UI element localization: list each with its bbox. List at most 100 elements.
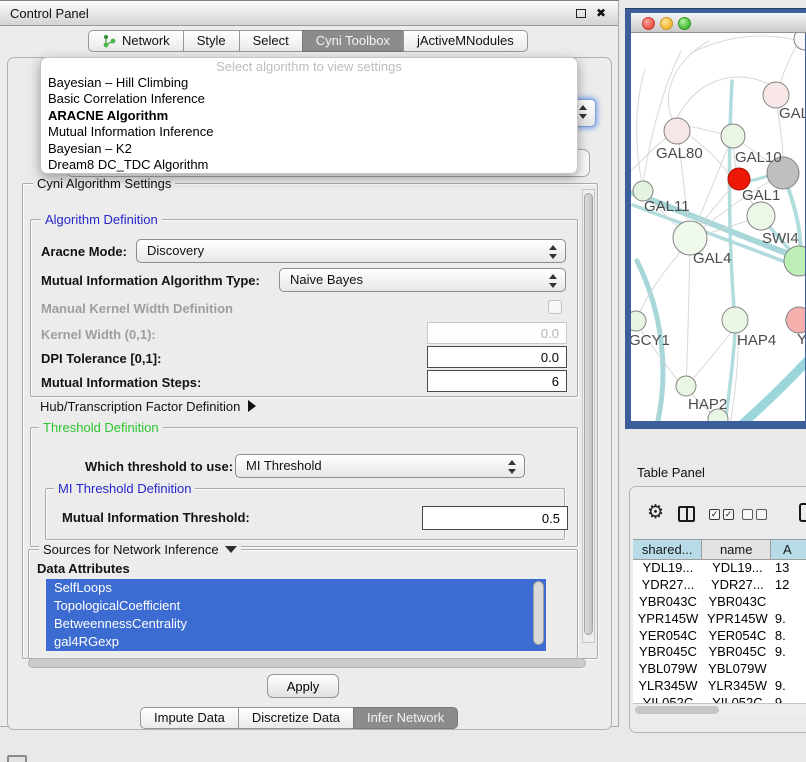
tab-network[interactable]: Network <box>88 30 184 52</box>
show-all-columns-icon[interactable]: ✓✓ <box>709 509 734 520</box>
network-node[interactable] <box>721 124 745 148</box>
table-row[interactable]: YER054CYER054C8. <box>633 628 806 645</box>
aracne-mode-combo[interactable]: Discovery <box>136 239 566 263</box>
tab-impute-data[interactable]: Impute Data <box>140 707 239 729</box>
apply-button[interactable]: Apply <box>267 674 339 698</box>
settings-vertical-scrollbar[interactable] <box>582 189 595 643</box>
tab-impute-data-label: Impute Data <box>154 708 225 728</box>
table-row[interactable]: YIL052CYIL052C9 <box>633 695 806 703</box>
table-cell[interactable] <box>772 594 806 611</box>
dropdown-item-basic-correlation[interactable]: Basic Correlation Inference <box>41 91 577 107</box>
column-header-partial[interactable]: A <box>771 540 806 559</box>
table-cell[interactable]: 9 <box>772 695 806 703</box>
scrollbar-thumb[interactable] <box>28 658 586 668</box>
attribute-list-scrollbar[interactable] <box>533 581 544 645</box>
list-item-selfloops[interactable]: SelfLoops <box>46 579 546 597</box>
tab-style[interactable]: Style <box>183 30 240 52</box>
mi-algorithm-type-value: Naive Bayes <box>290 272 363 287</box>
network-node[interactable] <box>722 307 748 333</box>
network-node[interactable] <box>676 376 696 396</box>
dpi-tolerance-field[interactable] <box>427 346 567 368</box>
column-header-shared-name[interactable]: shared... <box>633 540 702 559</box>
export-table-icon[interactable] <box>799 503 806 522</box>
hide-all-columns-icon[interactable] <box>742 509 767 520</box>
table-horizontal-scrollbar[interactable] <box>633 703 806 716</box>
collapse-arrow-icon[interactable] <box>225 546 237 553</box>
float-window-icon[interactable] <box>576 9 586 18</box>
table-cell[interactable]: YER054C <box>633 628 703 645</box>
table-cell[interactable]: YDL19... <box>633 560 703 577</box>
close-traffic-light-icon[interactable] <box>642 17 655 30</box>
dropdown-item-dream8[interactable]: Dream8 DC_TDC Algorithm <box>41 157 577 173</box>
tab-discretize-data[interactable]: Discretize Data <box>238 707 354 729</box>
network-node[interactable] <box>664 118 690 144</box>
list-item-topologicalcoefficient[interactable]: TopologicalCoefficient <box>46 597 546 615</box>
scrollbar-thumb[interactable] <box>635 706 719 714</box>
table-row[interactable]: YBR043CYBR043C <box>633 594 806 611</box>
tab-jactivemnodules[interactable]: jActiveMNodules <box>403 30 528 52</box>
table-row[interactable]: YBL079WYBL079W <box>633 661 806 678</box>
gear-icon[interactable]: ⚙ <box>647 503 664 522</box>
which-threshold-combo[interactable]: MI Threshold <box>235 454 525 478</box>
table-cell[interactable]: YBR045C <box>633 644 703 661</box>
tab-select[interactable]: Select <box>239 30 303 52</box>
table-cell[interactable]: YBR043C <box>703 594 772 611</box>
scrollbar-thumb[interactable] <box>584 193 593 635</box>
collapsed-panel-icon[interactable] <box>7 755 27 762</box>
settings-horizontal-scrollbar[interactable] <box>26 657 592 669</box>
network-canvas[interactable]: GALGAL80GAL10GAL11GAL1SWI4GAL4GCY1HAP4YH… <box>631 33 805 421</box>
table-row[interactable]: YDR27...YDR27...12 <box>633 577 806 594</box>
table-cell[interactable]: YBL079W <box>703 661 772 678</box>
zoom-traffic-light-icon[interactable] <box>678 17 691 30</box>
table-cell[interactable]: YPR145W <box>633 611 703 628</box>
table-cell[interactable]: YLR345W <box>633 678 703 695</box>
dropdown-item-aracne[interactable]: ARACNE Algorithm <box>41 108 577 124</box>
mi-algorithm-type-combo[interactable]: Naive Bayes <box>279 268 566 292</box>
dropdown-item-mutual-information[interactable]: Mutual Information Inference <box>41 124 577 140</box>
close-icon[interactable]: ✖ <box>596 5 606 22</box>
hub-definition-expander[interactable]: Hub/Transcription Factor Definition <box>40 399 256 414</box>
table-row[interactable]: YLR345WYLR345W9. <box>633 678 806 695</box>
table-cell[interactable]: YDL19... <box>703 560 772 577</box>
table-cell[interactable]: YBL079W <box>633 661 703 678</box>
network-window-titlebar[interactable] <box>631 13 806 33</box>
table-cell[interactable]: YBR043C <box>633 594 703 611</box>
manual-kernel-width-checkbox[interactable] <box>548 300 562 314</box>
network-node[interactable] <box>631 311 646 331</box>
table-cell[interactable]: YPR145W <box>703 611 772 628</box>
table-cell[interactable]: YER054C <box>703 628 772 645</box>
list-item-betweennesscentrality[interactable]: BetweennessCentrality <box>46 615 546 633</box>
mi-threshold-field[interactable] <box>422 506 568 530</box>
threshold-definition-title: Threshold Definition <box>39 420 163 435</box>
mi-steps-field[interactable] <box>427 370 567 392</box>
table-row[interactable]: YDL19...YDL19...13 <box>633 560 806 577</box>
network-node[interactable] <box>786 307 805 333</box>
list-item-gal4rgexp[interactable]: gal4RGexp <box>46 633 546 651</box>
table-cell[interactable]: 9. <box>772 678 806 695</box>
table-row[interactable]: YPR145WYPR145W9. <box>633 611 806 628</box>
table-cell[interactable]: 9. <box>772 611 806 628</box>
table-panel-window: ⚙ ✓✓ shared... name A YDL19...YDL19...13… <box>629 486 806 733</box>
table-cell[interactable]: YIL052C <box>633 695 703 703</box>
kernel-width-field[interactable] <box>427 322 567 344</box>
dropdown-item-bayesian-hill-climbing[interactable]: Bayesian – Hill Climbing <box>41 75 577 91</box>
table-cell[interactable]: 8. <box>772 628 806 645</box>
network-node[interactable] <box>747 202 775 230</box>
table-cell[interactable]: YBR045C <box>703 644 772 661</box>
table-cell[interactable]: YLR345W <box>703 678 772 695</box>
table-cell[interactable]: 12 <box>772 577 806 594</box>
table-cell[interactable]: YIL052C <box>703 695 772 703</box>
table-cell[interactable]: 13 <box>772 560 806 577</box>
table-cell[interactable] <box>772 661 806 678</box>
which-threshold-label: Which threshold to use: <box>85 459 233 474</box>
column-header-name[interactable]: name <box>702 540 771 559</box>
tab-cyni-toolbox[interactable]: Cyni Toolbox <box>302 30 404 52</box>
table-cell[interactable]: 9. <box>772 644 806 661</box>
tab-infer-network[interactable]: Infer Network <box>353 707 458 729</box>
dropdown-item-bayesian-k2[interactable]: Bayesian – K2 <box>41 141 577 157</box>
minimize-traffic-light-icon[interactable] <box>660 17 673 30</box>
table-cell[interactable]: YDR27... <box>703 577 772 594</box>
column-layout-icon[interactable] <box>678 506 695 522</box>
table-row[interactable]: YBR045CYBR045C9. <box>633 644 806 661</box>
table-cell[interactable]: YDR27... <box>633 577 703 594</box>
